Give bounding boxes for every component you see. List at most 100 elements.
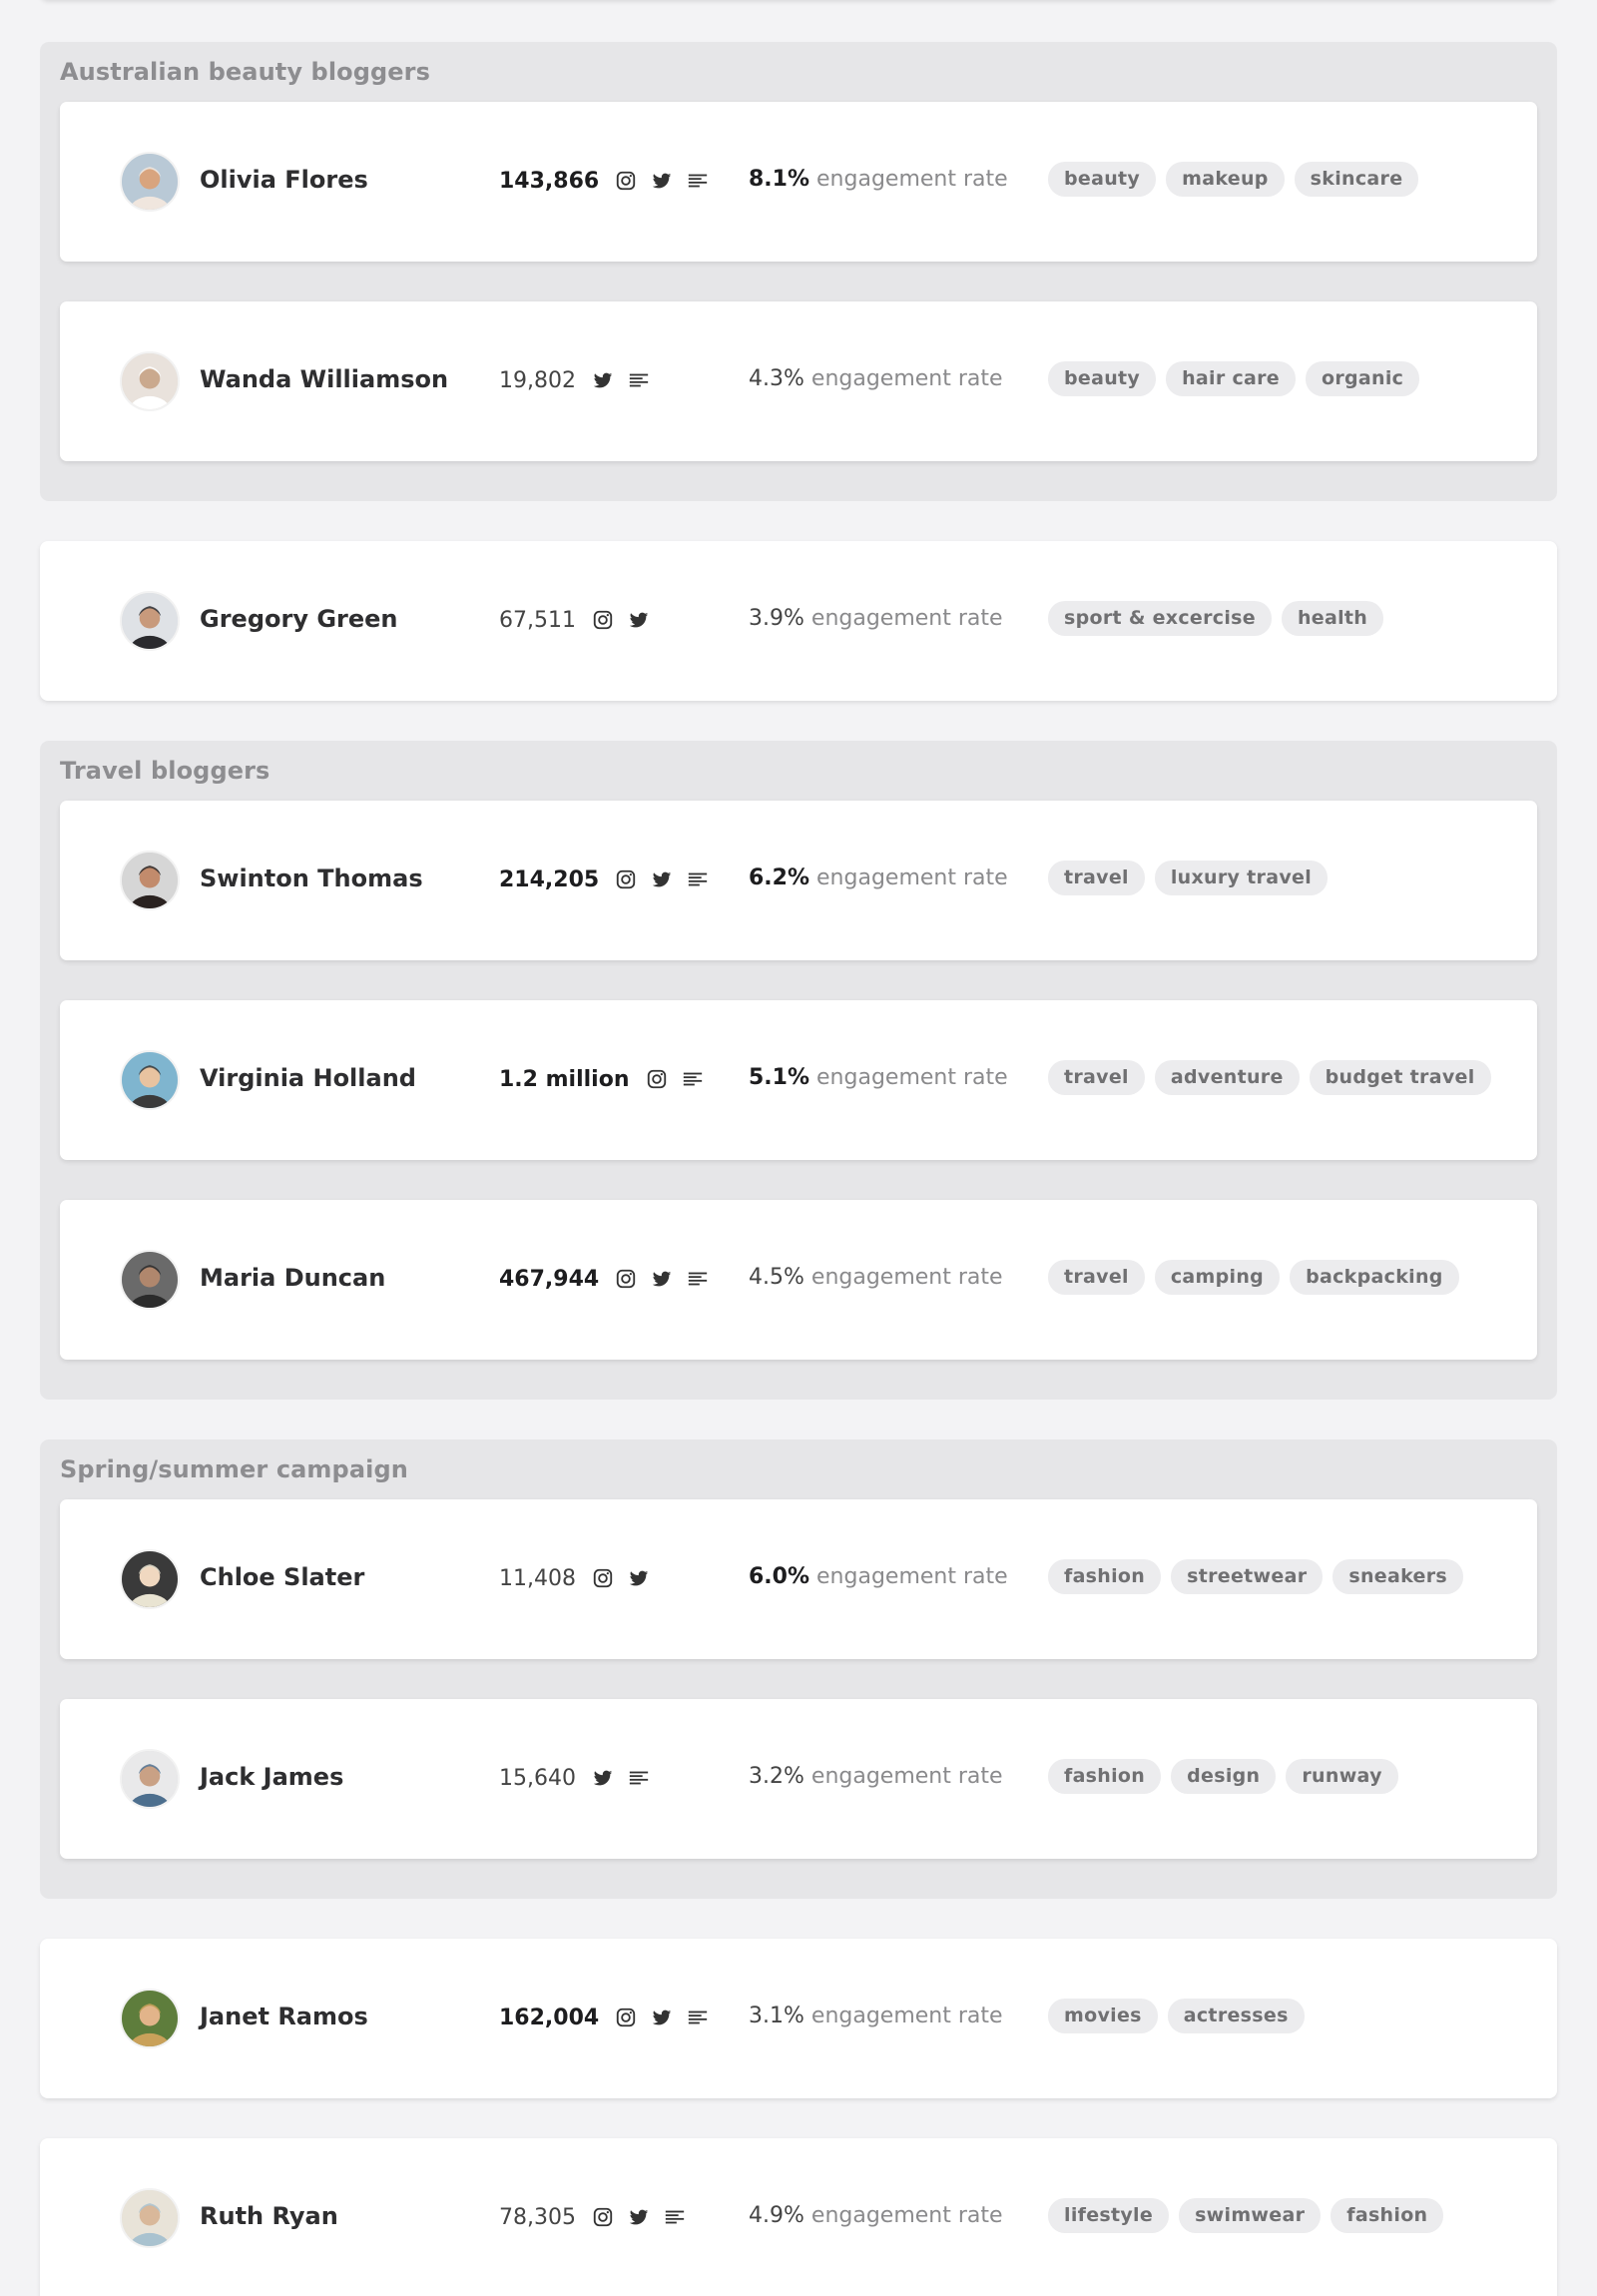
tag[interactable]: streetwear [1171, 1559, 1324, 1594]
influencer-row[interactable]: Wanda Williamson 19,802 4.3% engagement ra… [60, 301, 1537, 461]
influencer-name[interactable]: Maria Duncan [200, 1264, 385, 1292]
blog-icon[interactable] [628, 1767, 650, 1789]
avatar[interactable] [120, 1749, 180, 1809]
twitter-icon[interactable] [651, 2007, 673, 2028]
influencer-row[interactable]: Chloe Slater 11,408 6.0% engagement rate fa… [60, 1499, 1537, 1659]
tag[interactable]: runway [1286, 1759, 1398, 1794]
influencer-row[interactable]: Olivia Flores 143,866 8.1% engagement rate… [60, 102, 1537, 262]
engagement-label: engagement rate [810, 606, 1003, 631]
instagram-icon[interactable] [615, 1268, 637, 1290]
blog-icon[interactable] [687, 868, 709, 890]
engagement-value: 3.9% [749, 606, 804, 631]
influencer-name[interactable]: Olivia Flores [200, 166, 368, 194]
instagram-icon[interactable] [646, 1068, 668, 1090]
blog-icon[interactable] [687, 2007, 709, 2028]
influencer-row-content: Jack James 15,640 3.2% engagement rate fash… [60, 1699, 1537, 1859]
avatar[interactable] [120, 1549, 180, 1609]
tag[interactable]: lifestyle [1048, 2198, 1170, 2233]
influencer-row-content: Maria Duncan 467,944 4.5% engagement rate t… [60, 1200, 1537, 1360]
influencer-row[interactable]: Maria Duncan 467,944 4.5% engagement rate t… [60, 1200, 1537, 1360]
avatar[interactable] [120, 2188, 180, 2248]
tag[interactable]: movies [1048, 1999, 1158, 2033]
tag-list: beauty hair care organic [1048, 361, 1420, 396]
influencer-name[interactable]: Ruth Ryan [200, 2202, 338, 2230]
tag[interactable]: sport & excercise [1048, 601, 1272, 636]
tag[interactable]: hair care [1166, 361, 1296, 396]
tag[interactable]: swimwear [1179, 2198, 1322, 2233]
twitter-icon[interactable] [651, 868, 673, 890]
tag[interactable]: fashion [1048, 1759, 1162, 1794]
avatar[interactable] [120, 1250, 180, 1310]
influencer-name[interactable]: Swinton Thomas [200, 864, 423, 892]
influencer-name[interactable]: Virginia Holland [200, 1064, 416, 1092]
reach-group: 162,004 [499, 2003, 723, 2032]
instagram-icon[interactable] [592, 1567, 614, 1589]
influencer-name[interactable]: Chloe Slater [200, 1563, 364, 1591]
influencer-list-page: Australian beauty bloggers Olivia Flores… [0, 0, 1597, 2296]
reach-group: 1.2 million [499, 1064, 718, 1094]
twitter-icon[interactable] [628, 2206, 650, 2228]
tag-list: travel luxury travel [1048, 861, 1329, 895]
tag[interactable]: adventure [1154, 1060, 1300, 1095]
blog-icon[interactable] [628, 369, 650, 391]
tag[interactable]: luxury travel [1154, 861, 1329, 895]
engagement-value: 4.9% [749, 2203, 804, 2228]
avatar[interactable] [120, 851, 180, 910]
tag[interactable]: design [1171, 1759, 1277, 1794]
twitter-icon[interactable] [628, 609, 650, 631]
twitter-icon[interactable] [651, 1268, 673, 1290]
avatar[interactable] [120, 591, 180, 651]
avatar[interactable] [120, 351, 180, 411]
twitter-icon[interactable] [651, 170, 673, 192]
influencer-row-content: Janet Ramos 162,004 3.1% engagement rate mo… [60, 1939, 1557, 2098]
tag[interactable]: health [1281, 601, 1384, 636]
tag[interactable]: actresses [1167, 1999, 1305, 2033]
influencer-row[interactable]: Virginia Holland 1.2 million 5.1% engageme… [60, 1000, 1537, 1160]
tag[interactable]: beauty [1048, 361, 1157, 396]
instagram-icon[interactable] [592, 2206, 614, 2228]
tag[interactable]: sneakers [1332, 1559, 1464, 1594]
tag[interactable]: travel [1048, 1060, 1145, 1095]
influencer-row-content: Virginia Holland 1.2 million 5.1% engageme… [60, 1000, 1537, 1160]
tag[interactable]: backpacking [1290, 1260, 1459, 1295]
influencer-row[interactable]: Jack James 15,640 3.2% engagement rate fash… [60, 1699, 1537, 1859]
influencer-name[interactable]: Janet Ramos [200, 2003, 368, 2030]
avatar[interactable] [120, 1050, 180, 1110]
tag[interactable]: fashion [1331, 2198, 1444, 2233]
influencer-row-standalone[interactable]: Ruth Ryan 78,305 4.9% engagement rate lifes… [40, 2138, 1557, 2296]
instagram-icon[interactable] [592, 609, 614, 631]
tag[interactable]: beauty [1048, 162, 1157, 197]
twitter-icon[interactable] [592, 1767, 614, 1789]
tag[interactable]: travel [1048, 1260, 1145, 1295]
influencer-name[interactable]: Wanda Williamson [200, 365, 448, 393]
blog-icon[interactable] [682, 1068, 704, 1090]
engagement-rate: 8.1% engagement rate [749, 167, 1008, 192]
twitter-icon[interactable] [592, 369, 614, 391]
reach-group: 11,408 [499, 1563, 664, 1593]
instagram-icon[interactable] [615, 170, 637, 192]
tag[interactable]: camping [1154, 1260, 1281, 1295]
tag[interactable]: makeup [1166, 162, 1285, 197]
influencer-row-standalone[interactable]: Gregory Green 67,511 3.9% engagement rate s… [40, 541, 1557, 701]
reach-count: 15,640 [499, 1765, 576, 1791]
influencer-name[interactable]: Gregory Green [200, 605, 398, 633]
reach-count: 67,511 [499, 607, 576, 633]
instagram-icon[interactable] [615, 2007, 637, 2028]
tag[interactable]: budget travel [1309, 1060, 1491, 1095]
influencer-row-standalone[interactable]: Janet Ramos 162,004 3.1% engagement rate mo… [40, 1939, 1557, 2098]
instagram-icon[interactable] [615, 868, 637, 890]
tag[interactable]: travel [1048, 861, 1145, 895]
avatar[interactable] [120, 1989, 180, 2048]
tag[interactable]: skincare [1294, 162, 1419, 197]
blog-icon[interactable] [687, 1268, 709, 1290]
tag[interactable]: fashion [1048, 1559, 1162, 1594]
group-title: Travel bloggers [60, 757, 270, 785]
blog-icon[interactable] [664, 2206, 686, 2228]
tag[interactable]: organic [1306, 361, 1420, 396]
twitter-icon[interactable] [628, 1567, 650, 1589]
engagement-rate: 3.2% engagement rate [749, 1764, 1003, 1789]
influencer-row[interactable]: Swinton Thomas 214,205 6.2% engagement rat… [60, 801, 1537, 960]
avatar[interactable] [120, 152, 180, 212]
blog-icon[interactable] [687, 170, 709, 192]
influencer-name[interactable]: Jack James [200, 1763, 343, 1791]
